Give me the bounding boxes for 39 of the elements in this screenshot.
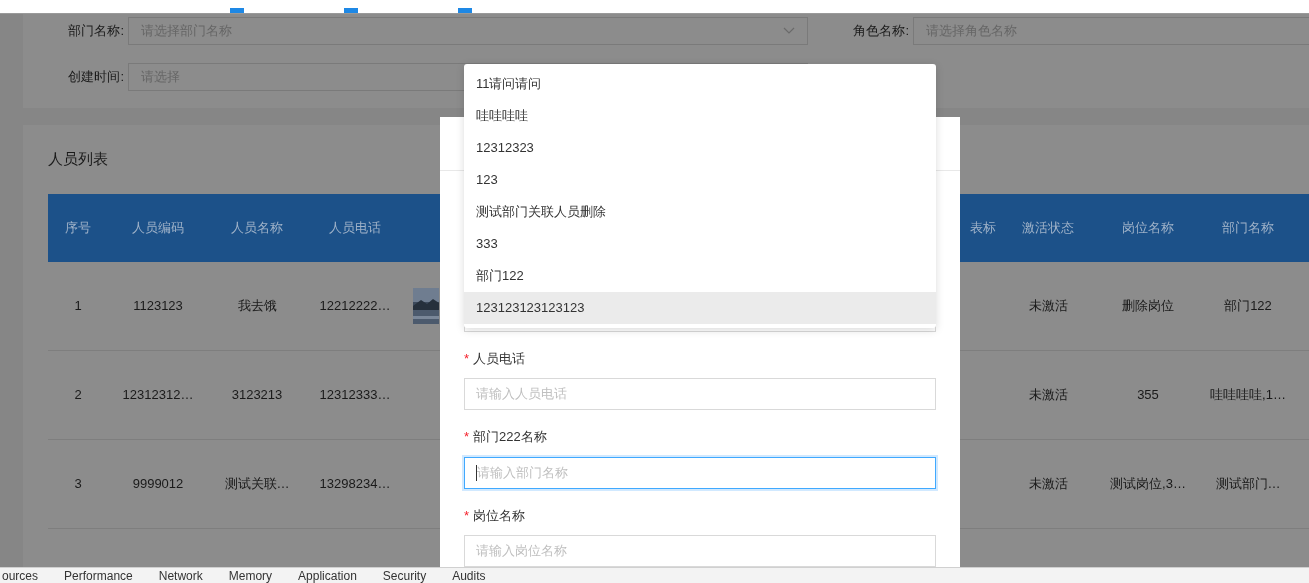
column-header: 激活状态 [1021, 218, 1075, 237]
required-mark: * [464, 428, 470, 446]
table-cell-text: 测试部门… [1215, 474, 1281, 493]
table-cell-text: 删除岗位 [1122, 296, 1174, 315]
form-label: 人员电话 [473, 349, 526, 368]
column-header: 表标 [969, 218, 997, 237]
required-mark: * [464, 506, 470, 525]
column-header: 人员编码 [131, 218, 185, 237]
table-cell-text: 测试岗位,3… [1110, 474, 1186, 493]
table-cell-text: 部门122 [1224, 296, 1272, 315]
table-cell-text: 12312312… [122, 385, 194, 404]
table-cell-text: 测试关联… [224, 474, 290, 493]
form-label: 部门222名称 [473, 428, 547, 446]
field-label: 角色名称: [852, 22, 910, 41]
column-header: 人员电话 [328, 218, 382, 237]
table-cell-text: 3 [74, 474, 82, 493]
table-cell-text: 哇哇哇哇,1… [1210, 385, 1286, 404]
column-header: 人员名称 [230, 218, 284, 237]
table-cell-text: 355 [1137, 385, 1159, 404]
table-cell-text: 12212222… [319, 296, 391, 315]
column-header: 岗位名称 [1121, 218, 1175, 237]
table-cell-text: 3123213 [231, 385, 283, 404]
table-title: 人员列表 [48, 149, 109, 169]
table-cell-text: 2 [74, 385, 82, 404]
field-label: 部门名称: [67, 22, 125, 41]
table-cell-text: 13298234… [319, 474, 391, 493]
table-cell-text: 12312333… [319, 385, 391, 404]
table-cell-text: 未激活 [1028, 385, 1068, 404]
column-header: 部门名称 [1221, 218, 1275, 237]
table-cell-text: 9999012 [132, 474, 184, 493]
table-cell-text: 1123123 [133, 296, 183, 315]
column-header: 序号 [64, 218, 92, 237]
table-cell-text: 未激活 [1028, 296, 1068, 315]
field-label: 创建时间: [67, 68, 125, 87]
table-cell-text: 未激活 [1028, 474, 1068, 493]
table-cell-text: 我去饿 [237, 296, 277, 315]
table-cell-text: 1 [74, 296, 82, 315]
required-mark: * [464, 349, 470, 368]
form-label: 岗位名称 [473, 506, 526, 525]
